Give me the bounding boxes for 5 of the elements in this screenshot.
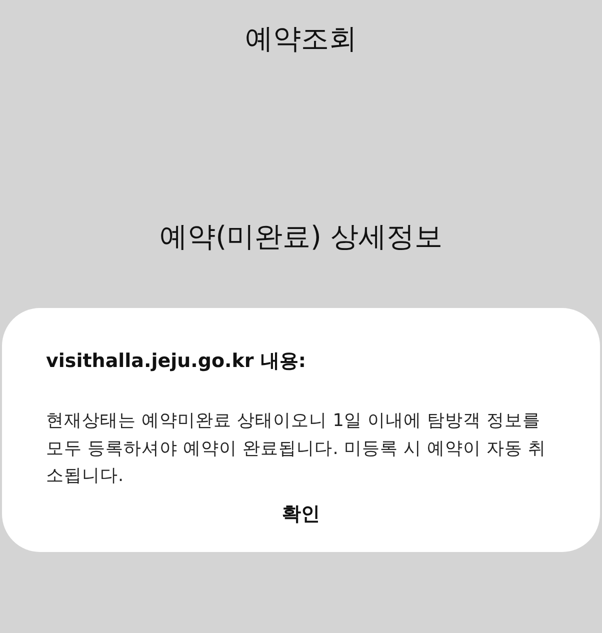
dialog-message: 현재상태는 예약미완료 상태이오니 1일 이내에 탐방객 정보를 모두 등록하셔야 예약이 완료됩니다. 미등록 시 예약이 자동 취소됩니다.	[46, 410, 548, 488]
page-subtitle: 예약(미완료) 상세정보	[160, 219, 442, 255]
dialog-title: visithalla.jeju.go.kr 내용:	[46, 349, 307, 374]
page-title: 예약조회	[245, 21, 357, 57]
ok-button[interactable]: 확인	[270, 496, 332, 530]
